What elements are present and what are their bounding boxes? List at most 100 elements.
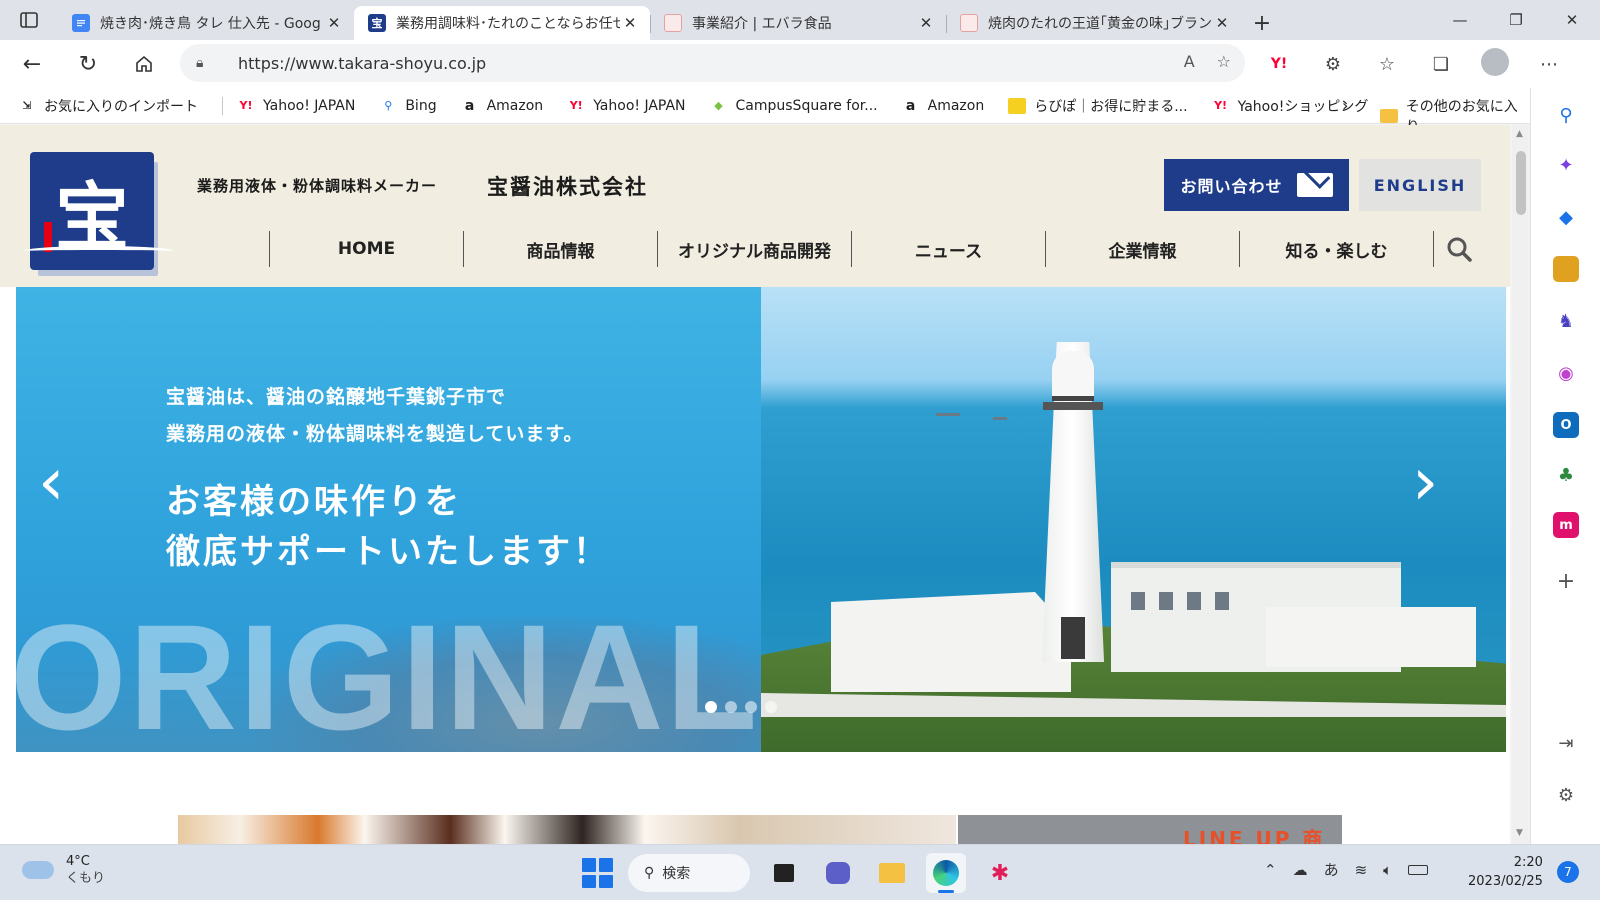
tree-icon[interactable]: ♣	[1553, 462, 1579, 488]
copilot-sparkle-icon[interactable]: ✦	[1553, 152, 1579, 178]
scroll-down-icon[interactable]: ▼	[1516, 828, 1523, 838]
scroll-up-icon[interactable]: ▲	[1516, 129, 1523, 139]
yahoo-extension-icon[interactable]: Y!	[1262, 56, 1296, 72]
battery-icon[interactable]	[1408, 864, 1429, 875]
edge-sidebar: ⚲ ✦ ◆ ♞ ◉ O ♣ m + ⇥ ⚙	[1530, 88, 1600, 844]
windows-logo-tile	[582, 874, 596, 888]
outlook-icon[interactable]: O	[1553, 412, 1579, 438]
folder-icon	[1380, 109, 1398, 123]
more-menu-icon[interactable]: ⋯	[1532, 54, 1566, 75]
close-tab-icon[interactable]: ✕	[916, 14, 936, 32]
slider-dot[interactable]	[765, 701, 777, 713]
settings-gear-icon[interactable]: ⚙	[1553, 782, 1579, 808]
add-icon[interactable]: +	[1553, 568, 1579, 594]
slider-dot[interactable]	[705, 701, 717, 713]
tab-takara-shoyu[interactable]: 宝 業務用調味料･たれのことならお任せ ✕	[354, 6, 650, 40]
contact-button[interactable]: お問い合わせ	[1164, 159, 1349, 211]
close-window-button[interactable]: ✕	[1544, 0, 1600, 40]
slider-next-button[interactable]: ›	[1412, 447, 1452, 517]
taskbar-search[interactable]: ⚲ 検索	[628, 854, 750, 892]
lineup-label: LINE UP 商	[1183, 827, 1326, 844]
teams-chat-button[interactable]	[818, 853, 858, 893]
tab-ebara-ougon[interactable]: 焼肉のたれの王道｢黄金の味｣ブラン ✕	[946, 6, 1242, 40]
favorite-rabipo[interactable]: らびぽ｜お得に貯まる...	[1008, 96, 1188, 116]
page-scrollbar[interactable]: ▲ ▼	[1512, 125, 1530, 844]
favorite-amazon-2[interactable]: a Amazon	[902, 97, 984, 114]
search-icon[interactable]: ⚲	[1553, 102, 1579, 128]
scrollbar-thumb[interactable]	[1516, 151, 1526, 215]
lineup-banner[interactable]: LINE UP 商	[958, 815, 1342, 844]
favorite-star-icon[interactable]: ☆	[1217, 52, 1231, 71]
favorite-bing[interactable]: ⚲ Bing	[379, 98, 436, 114]
slider-dot[interactable]	[745, 701, 757, 713]
extensions-icon[interactable]: ⚙	[1316, 54, 1350, 75]
office-icon[interactable]: ◉	[1553, 360, 1579, 386]
refresh-button[interactable]: ↻	[64, 44, 112, 84]
hero-slider: ORIGINAL 宝醤油は、醤油の銘醸地千葉銚子市で 業務用の液体・粉体調味料を…	[16, 287, 1506, 752]
tab-actions-button[interactable]	[0, 0, 58, 40]
lighthouse-lantern	[1052, 351, 1094, 401]
nav-products[interactable]: 商品情報	[463, 231, 657, 267]
slider-dot[interactable]	[725, 701, 737, 713]
favorite-campussquare[interactable]: ◆ CampusSquare for...	[710, 98, 877, 114]
volume-icon[interactable]: 🔈︎	[1383, 861, 1392, 879]
site-search-button[interactable]	[1433, 231, 1483, 267]
slider-prev-button[interactable]: ‹	[38, 447, 78, 517]
edge-taskbar-button[interactable]	[926, 853, 966, 893]
folder-icon	[879, 863, 905, 883]
back-button[interactable]: ←	[8, 44, 56, 84]
start-button[interactable]	[580, 856, 614, 890]
chevron-left-icon: ‹	[38, 443, 65, 520]
minimize-button[interactable]: —	[1432, 0, 1488, 40]
favorite-amazon[interactable]: a Amazon	[461, 98, 543, 114]
favorites-bar: ⇲ お気に入りのインポート Y! Yahoo! JAPAN ⚲ Bing a A…	[0, 88, 1530, 135]
nav-home[interactable]: HOME	[269, 231, 463, 267]
close-tab-icon[interactable]: ✕	[620, 14, 640, 32]
nav-original-development[interactable]: オリジナル商品開発	[657, 231, 851, 267]
profile-button[interactable]	[1478, 47, 1512, 81]
nav-news[interactable]: ニュース	[851, 231, 1045, 267]
restore-button[interactable]: ❐	[1488, 0, 1544, 40]
nav-company[interactable]: 企業情報	[1045, 231, 1239, 267]
task-view-button[interactable]	[764, 853, 804, 893]
shopping-tag-icon[interactable]: ◆	[1553, 204, 1579, 230]
global-nav: HOME 商品情報 オリジナル商品開発 ニュース 企業情報 知る・楽しむ	[269, 231, 1483, 267]
amazon-icon: a	[905, 97, 916, 114]
favorite-import[interactable]: ⇲ お気に入りのインポート	[18, 96, 198, 116]
tab-ebara-business[interactable]: 事業紹介 | エバラ食品 ✕	[650, 6, 946, 40]
favorite-yahoo[interactable]: Y! Yahoo! JAPAN	[237, 98, 356, 114]
chevron-up-icon[interactable]: ⌃	[1264, 861, 1277, 879]
company-name[interactable]: 宝醤油株式会社	[487, 171, 648, 201]
read-aloud-icon[interactable]: A	[1184, 52, 1195, 71]
tab-google-docs[interactable]: 焼き肉･焼き鳥 タレ 仕入先 - Goog ✕	[58, 6, 354, 40]
close-tab-icon[interactable]: ✕	[1212, 14, 1232, 32]
wifi-icon[interactable]: ≋	[1355, 861, 1368, 879]
hide-sidebar-icon[interactable]: ⇥	[1553, 730, 1579, 756]
ime-indicator[interactable]: あ	[1324, 859, 1339, 880]
onedrive-cloud-icon[interactable]: ☁	[1293, 861, 1308, 879]
taskbar-clock[interactable]: 2:20 2023/02/25	[1468, 853, 1543, 891]
favorites-icon[interactable]: ☆	[1370, 54, 1404, 75]
tools-briefcase-icon[interactable]	[1553, 256, 1579, 282]
windows-taskbar: 4°C くもり ⚲ 検索 ✱ ⌃ ☁ あ ≋ 🔈︎ 2:20 2023/02/2…	[0, 844, 1600, 900]
file-explorer-button[interactable]	[872, 853, 912, 893]
close-tab-icon[interactable]: ✕	[324, 14, 344, 32]
address-bar[interactable]: 🔒︎ https://www.takara-shoyu.co.jp A ☆	[180, 44, 1245, 82]
hero-text-panel: ORIGINAL 宝醤油は、醤油の銘醸地千葉銚子市で 業務用の液体・粉体調味料を…	[16, 287, 776, 752]
app-m-icon[interactable]: m	[1553, 512, 1579, 538]
home-button[interactable]	[120, 44, 168, 84]
company-logo[interactable]: 宝	[24, 152, 174, 270]
notification-badge[interactable]: 7	[1557, 861, 1579, 883]
chevron-right-icon[interactable]: ›	[1342, 96, 1348, 115]
favorite-yahoo-2[interactable]: Y! Yahoo! JAPAN	[567, 98, 686, 114]
weather-widget[interactable]: 4°C くもり	[22, 853, 105, 887]
favorite-label: お気に入りのインポート	[44, 98, 198, 115]
new-tab-button[interactable]: +	[1242, 6, 1282, 40]
page-viewport: 宝 業務用液体・粉体調味料メーカー 宝醤油株式会社 お問い合わせ ENGLISH…	[0, 125, 1510, 844]
chat-icon	[826, 862, 850, 884]
english-button[interactable]: ENGLISH	[1359, 159, 1481, 211]
slack-taskbar-button[interactable]: ✱	[980, 853, 1020, 893]
nav-learn-enjoy[interactable]: 知る・楽しむ	[1239, 231, 1433, 267]
collections-icon[interactable]: ❏	[1424, 54, 1458, 75]
games-icon[interactable]: ♞	[1553, 308, 1579, 334]
